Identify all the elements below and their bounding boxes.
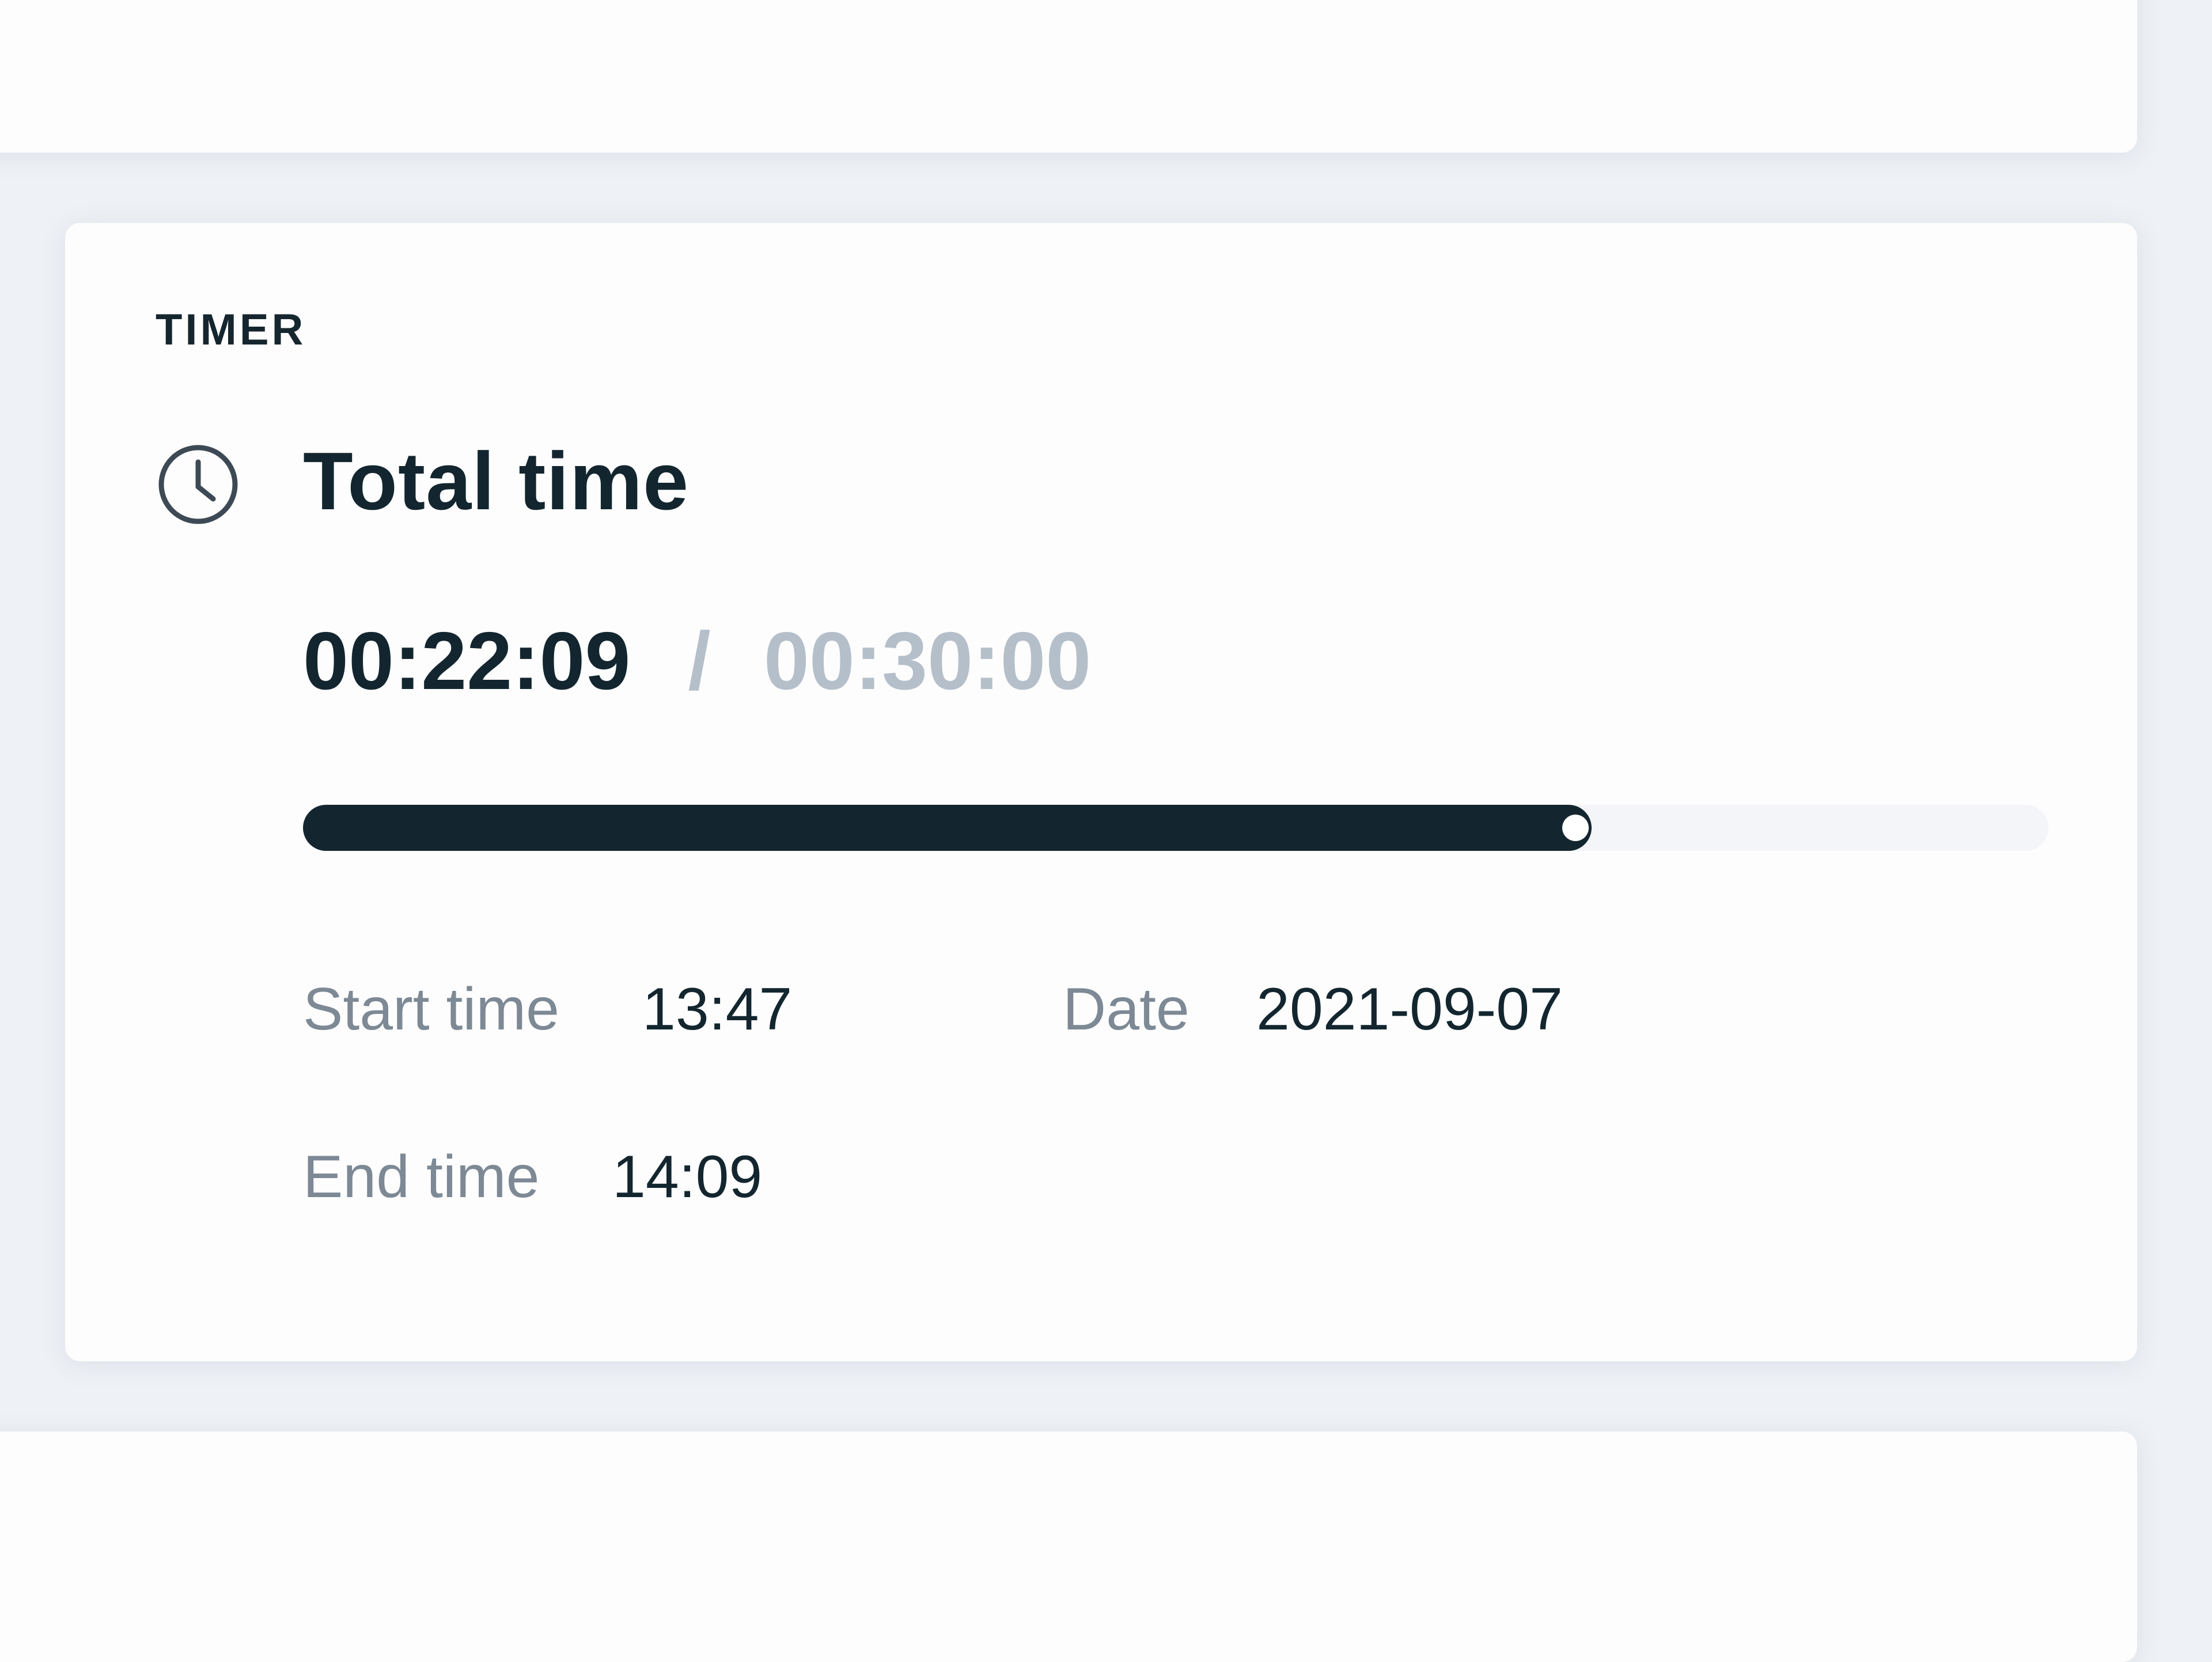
progress-bar [303,805,2048,851]
end-time-value: 14:09 [612,1144,763,1210]
previous-card [0,0,2137,153]
section-label: TIMER [156,305,306,354]
next-card [0,1432,2137,1662]
date-value: 2021-09-07 [1256,976,1563,1043]
start-time-value: 13:47 [642,976,793,1043]
start-time-label: Start time [303,976,559,1043]
end-time-label: End time [303,1144,540,1210]
clock-icon [158,445,238,524]
time-separator: / [688,615,711,707]
timer-card: TIMER Total time 00:22:09/00:30:00 Start… [65,223,2137,1361]
progress-fill [303,805,1592,851]
elapsed-time: 00:22:09 [303,615,631,707]
total-duration: 00:30:00 [763,615,1092,707]
time-readout: 00:22:09/00:30:00 [303,620,1091,702]
progress-handle[interactable] [1562,815,1589,841]
total-time-title: Total time [303,436,690,527]
date-label: Date [1063,976,1190,1043]
